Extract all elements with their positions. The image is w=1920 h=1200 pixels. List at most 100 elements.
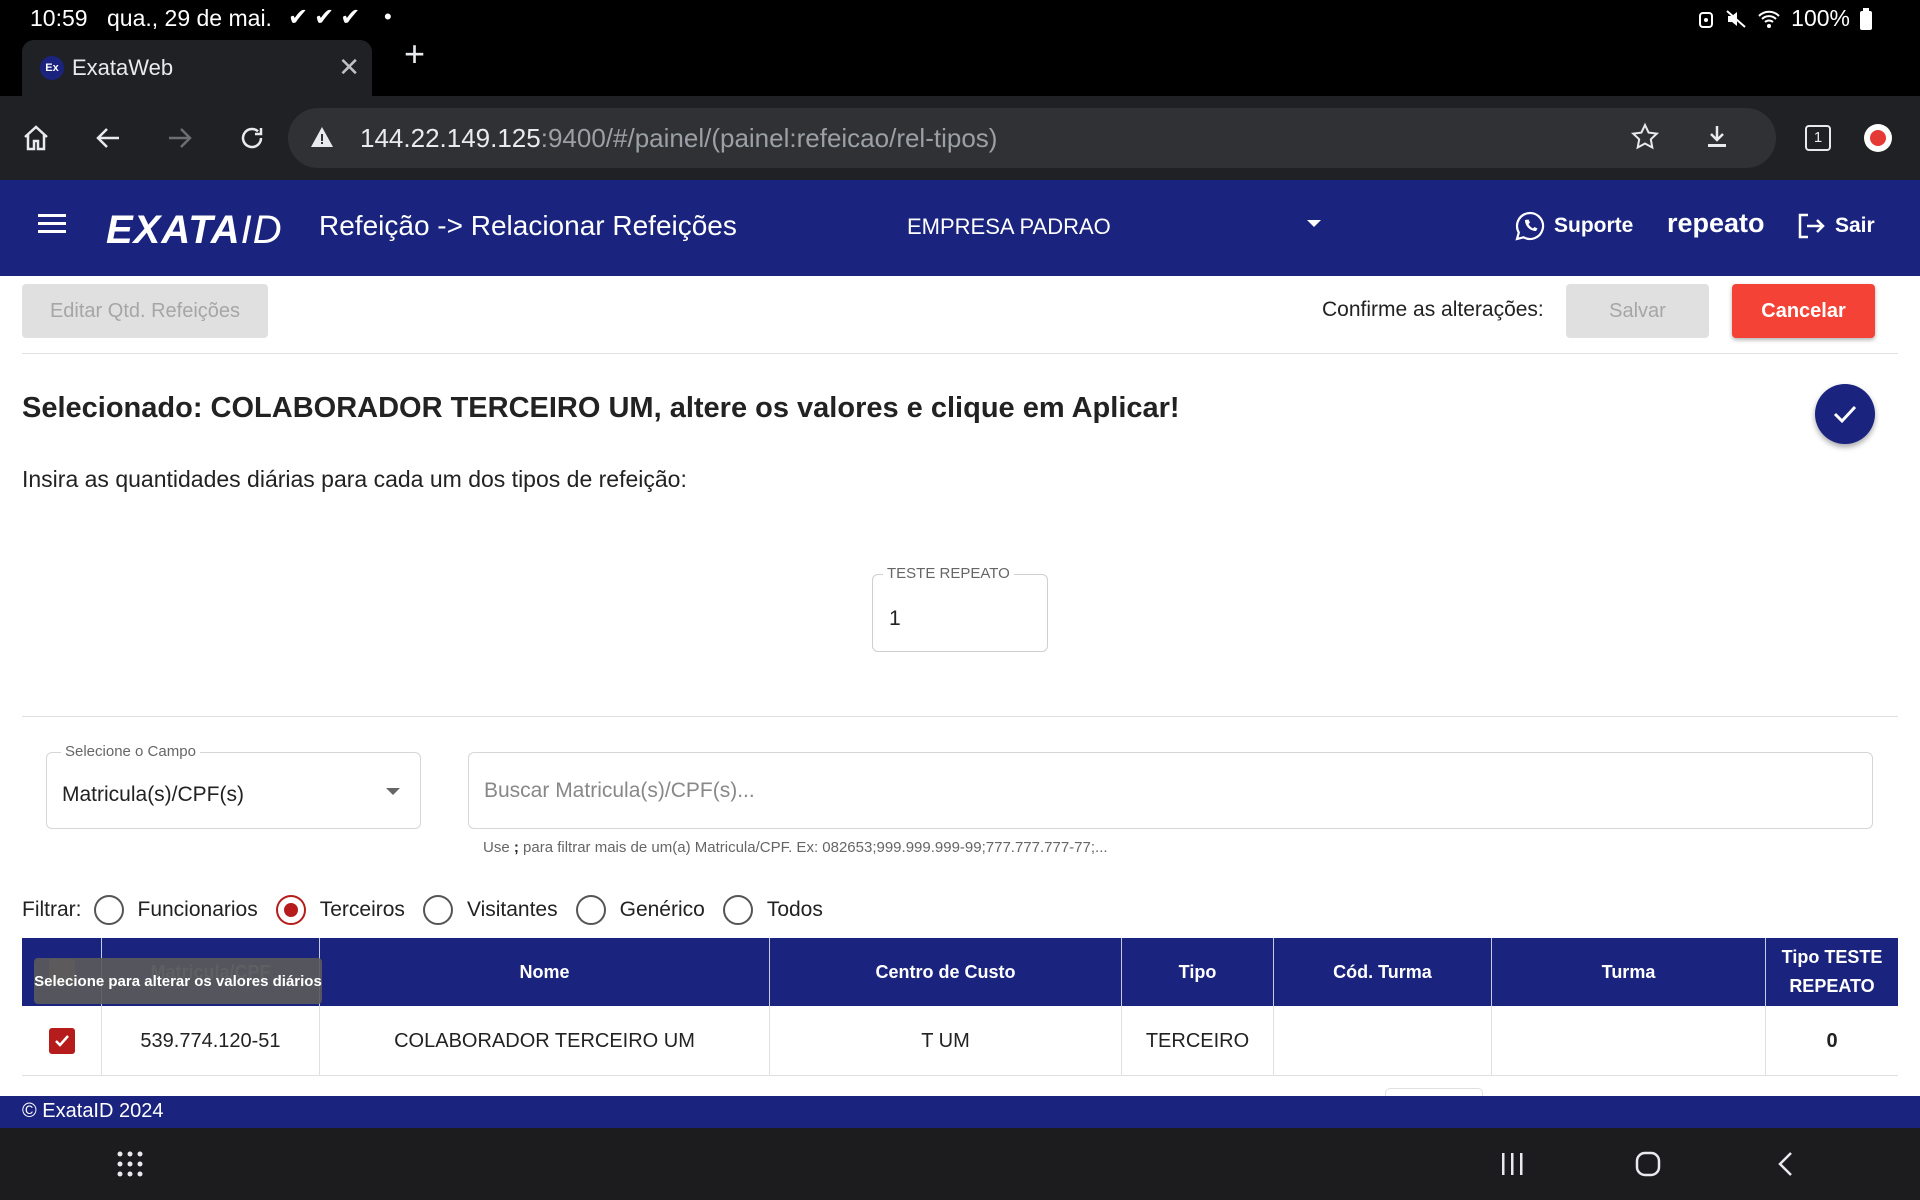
- mute-icon: [1726, 9, 1746, 28]
- meal-quantity-field[interactable]: TESTE REPEATO 1: [872, 565, 1048, 652]
- column-header-nome[interactable]: Nome: [320, 938, 770, 1006]
- filter-label: Filtrar:: [22, 898, 82, 921]
- chevron-down-icon: [386, 788, 400, 795]
- radio-circle[interactable]: [422, 895, 453, 925]
- address-bar[interactable]: 144.22.149.125:9400/#/painel/(painel:ref…: [288, 108, 1776, 168]
- divider: [22, 716, 1898, 717]
- favicon-icon: Ex: [40, 56, 64, 80]
- page-footer: © ExataID 2024: [0, 1096, 1920, 1128]
- tab-switcher-icon[interactable]: 1: [1798, 118, 1838, 158]
- table-header: Matricula/CPF Nome Centro de Custo Tipo …: [22, 938, 1898, 1006]
- company-dropdown-icon[interactable]: [1307, 220, 1321, 227]
- url-text[interactable]: 144.22.149.125:9400/#/painel/(painel:ref…: [360, 123, 997, 154]
- radio-circle[interactable]: [93, 895, 124, 925]
- tab-title: ExataWeb: [72, 55, 174, 80]
- back-nav-icon[interactable]: [1768, 1146, 1804, 1182]
- url-host: 144.22.149.125: [360, 123, 541, 153]
- cell-tipo-teste: 0: [1826, 1029, 1838, 1052]
- whatsapp-icon: [1515, 211, 1545, 241]
- browser-tab[interactable]: Ex ExataWeb ✕: [22, 40, 372, 96]
- recent-apps-icon[interactable]: [1494, 1146, 1530, 1182]
- cell-cod-turma: [1274, 1006, 1492, 1076]
- radio-terceiros[interactable]: Terceiros: [275, 895, 405, 925]
- copyright-text: © ExataID 2024: [22, 1100, 164, 1122]
- cell-turma: [1492, 1006, 1766, 1076]
- radio-funcionarios[interactable]: Funcionarios: [93, 895, 258, 925]
- radio-visitantes[interactable]: Visitantes: [422, 895, 558, 925]
- field-select-label: Selecione o Campo: [61, 743, 200, 760]
- field-select-value: Matricula(s)/CPF(s): [62, 783, 244, 806]
- search-input[interactable]: [484, 775, 1854, 807]
- page-title: Refeição -> Relacionar Refeições: [319, 210, 737, 241]
- home-icon[interactable]: [16, 118, 56, 158]
- profile-icon[interactable]: [1858, 118, 1898, 158]
- radio-circle[interactable]: [275, 895, 306, 925]
- column-header-cod-turma[interactable]: Cód. Turma: [1274, 938, 1492, 1006]
- notification-check-icons: ✔✔✔: [288, 4, 367, 31]
- search-box[interactable]: [468, 752, 1873, 829]
- column-header-centro-custo[interactable]: Centro de Custo: [770, 938, 1122, 1006]
- cancel-button[interactable]: Cancelar: [1732, 284, 1875, 338]
- column-header-turma[interactable]: Turma: [1492, 938, 1766, 1006]
- save-button[interactable]: Salvar: [1566, 284, 1709, 338]
- exataid-logo[interactable]: EXATAID: [106, 208, 283, 253]
- table-row[interactable]: 539.774.120-51 COLABORADOR TERCEIRO UM T…: [22, 1006, 1898, 1076]
- radio-generico[interactable]: Genérico: [575, 895, 705, 925]
- cell-centro-custo: T UM: [770, 1006, 1122, 1076]
- system-navigation-bar: [0, 1128, 1920, 1200]
- close-tab-icon[interactable]: ✕: [338, 52, 360, 83]
- search-hint: Use ; para filtrar mais de um(a) Matricu…: [483, 839, 1108, 856]
- column-header-tipo-teste[interactable]: Tipo TESTE REPEATO: [1766, 938, 1898, 1006]
- app-drawer-icon[interactable]: [112, 1146, 148, 1182]
- filter-radio-group: Filtrar: Funcionarios Terceiros Visitant…: [22, 892, 841, 928]
- row-select-cell[interactable]: [22, 1006, 102, 1076]
- column-header-tipo[interactable]: Tipo: [1122, 938, 1274, 1006]
- logout-label: Sair: [1835, 214, 1875, 237]
- forward-icon[interactable]: [160, 118, 200, 158]
- instructions-text: Insira as quantidades diárias para cada …: [22, 466, 687, 492]
- radio-circle[interactable]: [575, 895, 606, 925]
- support-button[interactable]: Suporte: [1514, 210, 1633, 242]
- cell-tipo: TERCEIRO: [1122, 1006, 1274, 1076]
- app-header: EXATAID Refeição -> Relacionar Refeições…: [0, 180, 1920, 276]
- cell-cpf: 539.774.120-51: [102, 1006, 320, 1076]
- meal-quantity-label: TESTE REPEATO: [883, 565, 1014, 582]
- browser-tab-strip: Ex ExataWeb ✕ +: [0, 36, 1920, 96]
- hamburger-menu-icon[interactable]: [38, 214, 66, 236]
- home-nav-icon[interactable]: [1630, 1146, 1666, 1182]
- new-tab-button[interactable]: +: [404, 36, 425, 72]
- back-icon[interactable]: [88, 118, 128, 158]
- status-icons: 100%: [1697, 5, 1872, 32]
- browser-toolbar: 144.22.149.125:9400/#/painel/(painel:ref…: [0, 96, 1920, 180]
- select-tooltip: Selecione para alterar os valores diário…: [34, 958, 322, 1004]
- not-secure-warning-icon[interactable]: [310, 126, 334, 148]
- radio-todos[interactable]: Todos: [722, 895, 823, 925]
- logout-button[interactable]: Sair: [1795, 210, 1875, 242]
- row-checkbox[interactable]: [48, 1028, 75, 1054]
- username: repeato: [1667, 208, 1765, 238]
- check-icon: [1833, 405, 1857, 424]
- url-path: :9400/#/painel/(painel:refeicao/rel-tipo…: [540, 123, 998, 153]
- meal-quantity-value[interactable]: 1: [889, 607, 901, 631]
- reload-icon[interactable]: [232, 118, 272, 158]
- wifi-icon: [1758, 10, 1780, 28]
- status-date: qua., 29 de mai.: [107, 5, 272, 31]
- radio-circle[interactable]: [722, 895, 753, 925]
- divider: [22, 353, 1898, 354]
- edit-quantity-button[interactable]: Editar Qtd. Refeições: [22, 284, 268, 338]
- download-icon[interactable]: [1702, 122, 1732, 152]
- cell-nome: COLABORADOR TERCEIRO UM: [320, 1006, 770, 1076]
- field-select[interactable]: Selecione o Campo Matricula(s)/CPF(s): [46, 743, 421, 829]
- company-selector[interactable]: EMPRESA PADRAO: [907, 214, 1111, 240]
- notification-dot-icon: •: [384, 4, 392, 29]
- logout-icon: [1798, 213, 1825, 239]
- support-label: Suporte: [1554, 214, 1634, 237]
- system-status-bar: 10:59 qua., 29 de mai. ✔✔✔ • 100%: [0, 0, 1920, 36]
- status-time: 10:59: [30, 5, 88, 31]
- confirm-changes-label: Confirme as alterações:: [1322, 298, 1544, 321]
- bookmark-star-icon[interactable]: [1630, 122, 1660, 152]
- alarm-icon: [1699, 11, 1714, 28]
- battery-level: 100%: [1791, 5, 1850, 31]
- checkbox-check-icon: [54, 1035, 69, 1047]
- apply-button[interactable]: [1815, 384, 1875, 444]
